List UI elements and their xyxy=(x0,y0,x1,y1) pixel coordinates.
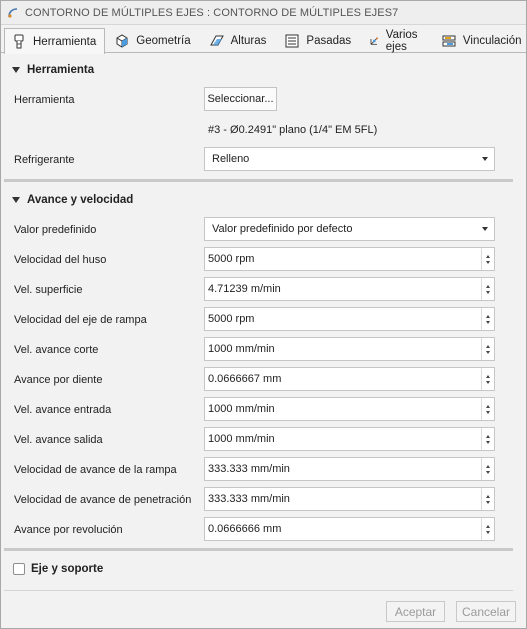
ramp-spindle-speed-label: Velocidad del eje de rampa xyxy=(14,314,147,326)
preset-value: Valor predefinido por defecto xyxy=(212,223,353,235)
section-header-avance-velocidad[interactable]: Avance y velocidad xyxy=(1,190,133,210)
field-value: 0.0666667 mm xyxy=(208,373,282,385)
spinner-arrows-icon[interactable] xyxy=(481,368,494,390)
field-value: 333.333 mm/min xyxy=(208,463,290,475)
coolant-value: Relleno xyxy=(212,153,250,165)
spinner-arrows-icon[interactable] xyxy=(481,278,494,300)
feed-per-revolution-field[interactable]: 0.0666666 mm xyxy=(204,517,495,541)
linking-icon xyxy=(442,35,456,46)
surface-speed-label: Vel. superficie xyxy=(14,284,83,296)
operation-icon xyxy=(8,7,18,18)
feed-per-tooth-field[interactable]: 0.0666667 mm xyxy=(204,367,495,391)
lead-out-feedrate-field[interactable]: 1000 mm/min xyxy=(204,427,495,451)
spinner-arrows-icon[interactable] xyxy=(481,338,494,360)
field-value: 1000 mm/min xyxy=(208,403,275,415)
tool-description: #3 - Ø0.2491" plano (1/4" EM 5FL) xyxy=(208,124,378,136)
footer-divider xyxy=(4,590,513,591)
chevron-down-icon xyxy=(482,227,488,231)
spinner-arrows-icon[interactable] xyxy=(481,248,494,270)
tool-icon xyxy=(14,34,24,48)
field-value: 5000 rpm xyxy=(208,313,255,325)
geometry-cube-icon xyxy=(116,33,128,48)
lead-in-feedrate-field[interactable]: 1000 mm/min xyxy=(204,397,495,421)
ramp-feedrate-field[interactable]: 333.333 mm/min xyxy=(204,457,495,481)
plunge-feedrate-label: Velocidad de avance de penetración xyxy=(14,494,192,506)
field-value: 0.0666666 mm xyxy=(208,523,282,535)
field-value: 1000 mm/min xyxy=(208,343,275,355)
section-divider xyxy=(4,179,513,182)
tool-label: Herramienta xyxy=(14,94,75,106)
shaft-holder-toggle[interactable]: Eje y soporte xyxy=(13,563,103,575)
tab-pasadas[interactable]: Pasadas xyxy=(277,27,360,53)
spinner-arrows-icon[interactable] xyxy=(481,458,494,480)
section-title: Avance y velocidad xyxy=(27,194,134,206)
tab-label: Pasadas xyxy=(306,34,352,47)
lead-out-feedrate-label: Vel. avance salida xyxy=(14,434,103,446)
field-value: 5000 rpm xyxy=(208,253,255,265)
cancel-button[interactable]: Cancelar xyxy=(456,601,516,622)
spinner-arrows-icon[interactable] xyxy=(481,398,494,420)
spinner-arrows-icon[interactable] xyxy=(481,428,494,450)
tab-alturas[interactable]: Alturas xyxy=(202,27,276,53)
tab-bar: Herramienta Geometría Alturas Pasadas Va… xyxy=(1,27,527,54)
cutting-feedrate-field[interactable]: 1000 mm/min xyxy=(204,337,495,361)
ramp-spindle-speed-field[interactable]: 5000 rpm xyxy=(204,307,495,331)
accept-button[interactable]: Aceptar xyxy=(386,601,445,622)
section-header-herramienta[interactable]: Herramienta xyxy=(1,60,94,80)
feed-per-revolution-label: Avance por revolución xyxy=(14,524,123,536)
coolant-label: Refrigerante xyxy=(14,154,75,166)
collapse-triangle-icon xyxy=(12,197,20,203)
plunge-feedrate-field[interactable]: 333.333 mm/min xyxy=(204,487,495,511)
spinner-arrows-icon[interactable] xyxy=(481,308,494,330)
multi-axis-icon xyxy=(370,36,379,45)
dialog-window: CONTORNO DE MÚLTIPLES EJES : CONTORNO DE… xyxy=(0,0,527,629)
tab-label: Herramienta xyxy=(33,35,97,48)
tab-geometria[interactable]: Geometría xyxy=(107,27,199,53)
tab-label: Alturas xyxy=(230,34,267,47)
spindle-speed-label: Velocidad del huso xyxy=(14,254,107,266)
surface-speed-field[interactable]: 4.71239 m/min xyxy=(204,277,495,301)
spindle-speed-field[interactable]: 5000 rpm xyxy=(204,247,495,271)
field-value: 1000 mm/min xyxy=(208,433,275,445)
chevron-down-icon xyxy=(482,157,488,161)
heights-icon xyxy=(209,35,224,45)
ramp-feedrate-label: Velocidad de avance de la rampa xyxy=(14,464,177,476)
select-tool-button[interactable]: Seleccionar... xyxy=(204,87,277,111)
passes-icon xyxy=(285,34,299,47)
section-title: Herramienta xyxy=(27,64,95,76)
tab-varios-ejes[interactable]: Varios ejes xyxy=(362,27,432,53)
field-value: 333.333 mm/min xyxy=(208,493,290,505)
tab-vinculacion[interactable]: Vinculación xyxy=(434,27,527,53)
collapse-triangle-icon xyxy=(12,67,20,73)
section-divider xyxy=(4,548,513,551)
dialog-title: CONTORNO DE MÚLTIPLES EJES : CONTORNO DE… xyxy=(25,6,399,19)
feed-per-tooth-label: Avance por diente xyxy=(14,374,103,386)
spinner-arrows-icon[interactable] xyxy=(481,518,494,540)
tab-label: Vinculación xyxy=(462,34,522,47)
coolant-select[interactable]: Relleno xyxy=(204,147,495,171)
preset-select[interactable]: Valor predefinido por defecto xyxy=(204,217,495,241)
tab-label: Geometría xyxy=(136,34,191,47)
field-value: 4.71239 m/min xyxy=(208,283,281,295)
shaft-holder-checkbox[interactable] xyxy=(13,563,25,575)
cutting-feedrate-label: Vel. avance corte xyxy=(14,344,99,356)
shaft-holder-label: Eje y soporte xyxy=(31,563,104,575)
lead-in-feedrate-label: Vel. avance entrada xyxy=(14,404,112,416)
spinner-arrows-icon[interactable] xyxy=(481,488,494,510)
tab-label: Varios ejes xyxy=(385,28,418,53)
preset-label: Valor predefinido xyxy=(14,224,97,236)
tab-herramienta[interactable]: Herramienta xyxy=(4,28,106,54)
title-bar: CONTORNO DE MÚLTIPLES EJES : CONTORNO DE… xyxy=(1,1,526,25)
